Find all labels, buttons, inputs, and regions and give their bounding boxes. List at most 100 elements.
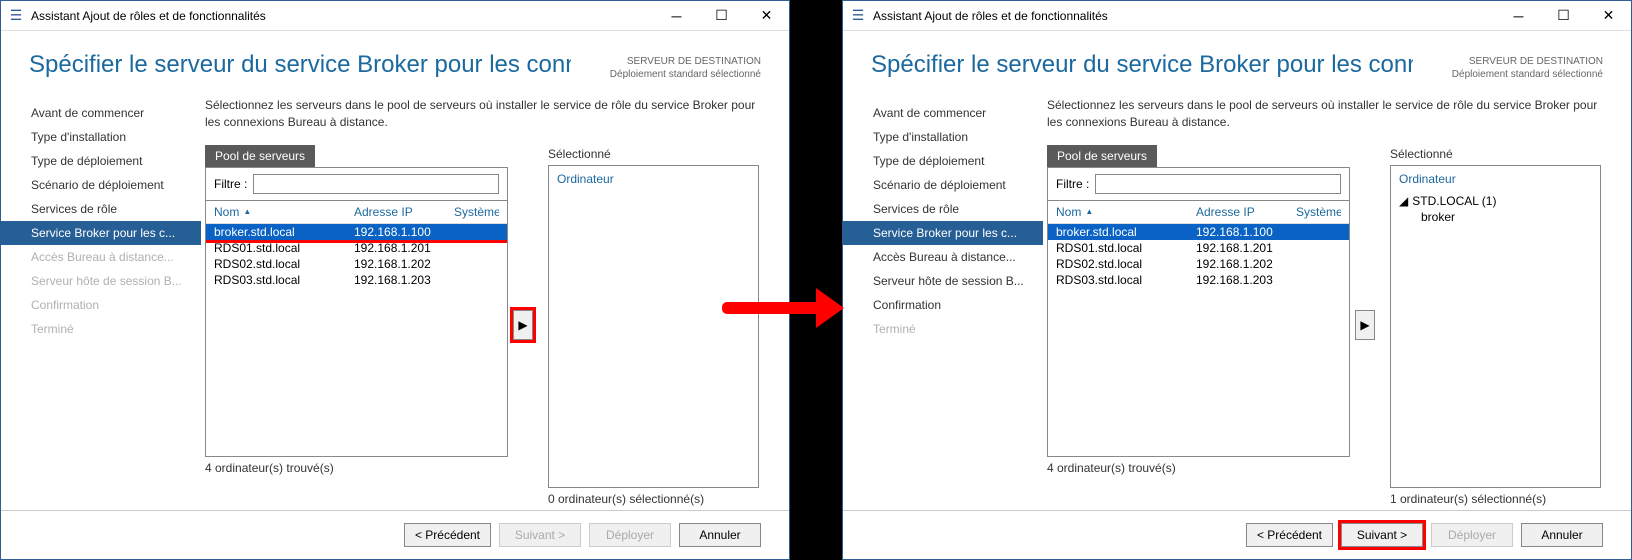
selected-item[interactable]: broker [1399,210,1592,224]
step-deploy-type[interactable]: Type de déploiement [843,149,1043,173]
server-pool-column: Pool de serveurs Filtre : Nom▲ Adresse I… [205,145,508,506]
step-broker[interactable]: Service Broker pour les c... [843,221,1043,245]
step-install-type[interactable]: Type d'installation [843,125,1043,149]
collapse-icon: ◢ [1399,194,1408,208]
filter-label: Filtre : [214,177,247,191]
pool-column-headers: Nom▲ Adresse IP Système d [1048,200,1349,224]
selected-group[interactable]: ◢ STD.LOCAL (1) [1399,194,1592,208]
server-row[interactable]: broker.std.local 192.168.1.100 [1048,224,1349,240]
selected-column: Sélectionné Ordinateur ◢ STD.LOCAL (1) b… [1390,145,1601,506]
step-broker[interactable]: Service Broker pour les c... [1,221,201,245]
app-icon: ☰ [1,7,31,24]
server-row[interactable]: RDS03.std.local 192.168.1.203 [206,272,507,288]
selected-header: Ordinateur [1399,170,1592,194]
deploy-button: Déployer [1431,523,1513,547]
destination-label: SERVEUR DE DESTINATION [1413,55,1603,68]
col-ip[interactable]: Adresse IP [354,205,454,219]
previous-button[interactable]: < Précédent [404,523,491,547]
previous-button[interactable]: < Précédent [1246,523,1333,547]
step-before-begin[interactable]: Avant de commencer [843,101,1043,125]
pool-count: 4 ordinateur(s) trouvé(s) [1047,461,1350,475]
minimize-button[interactable]: ─ [654,1,699,31]
step-role-services[interactable]: Services de rôle [843,197,1043,221]
destination-value: Déploiement standard sélectionné [571,68,761,81]
step-confirmation[interactable]: Confirmation [843,293,1043,317]
step-done: Terminé [1,317,201,341]
selected-label: Sélectionné [1390,147,1601,161]
instructions: Sélectionnez les serveurs dans le pool d… [1047,97,1601,131]
destination-box: SERVEUR DE DESTINATION Déploiement stand… [571,51,761,81]
col-os[interactable]: Système d [1296,205,1341,219]
deploy-button: Déployer [589,523,671,547]
pool-box: Filtre : Nom▲ Adresse IP Système d broke… [1047,167,1350,457]
pool-box: Filtre : Nom▲ Adresse IP Système d broke… [205,167,508,457]
filter-label: Filtre : [1056,177,1089,191]
filter-input[interactable] [1095,174,1341,194]
pool-count: 4 ordinateur(s) trouvé(s) [205,461,508,475]
destination-box: SERVEUR DE DESTINATION Déploiement stand… [1413,51,1603,81]
step-install-type[interactable]: Type d'installation [1,125,201,149]
titlebar: ☰ Assistant Ajout de rôles et de fonctio… [843,1,1631,31]
main-panel: Sélectionnez les serveurs dans le pool d… [201,93,789,510]
sidebar: Avant de commencer Type d'installation T… [843,93,1043,510]
close-button[interactable]: ✕ [744,1,789,31]
pool-tab: Pool de serveurs [205,145,315,167]
server-row[interactable]: RDS02.std.local 192.168.1.202 [206,256,507,272]
chevron-right-icon: ▶ [518,318,527,332]
step-scenario[interactable]: Scénario de déploiement [843,173,1043,197]
step-deploy-type[interactable]: Type de déploiement [1,149,201,173]
titlebar: ☰ Assistant Ajout de rôles et de fonctio… [1,1,789,31]
selected-count: 1 ordinateur(s) sélectionné(s) [1390,492,1601,506]
main-panel: Sélectionnez les serveurs dans le pool d… [1043,93,1631,510]
server-row[interactable]: RDS01.std.local 192.168.1.201 [206,240,507,256]
server-row[interactable]: RDS03.std.local 192.168.1.203 [1048,272,1349,288]
selected-box: Ordinateur [548,165,759,488]
col-ip[interactable]: Adresse IP [1196,205,1296,219]
step-session-host[interactable]: Serveur hôte de session B... [843,269,1043,293]
next-button: Suivant > [499,523,581,547]
footer: < Précédent Suivant > Déployer Annuler [843,510,1631,559]
maximize-button[interactable]: ☐ [1541,1,1586,31]
step-web-access: Accès Bureau à distance... [1,245,201,269]
selected-label: Sélectionné [548,147,759,161]
selected-box: Ordinateur ◢ STD.LOCAL (1) broker [1390,165,1601,488]
server-row[interactable]: RDS01.std.local 192.168.1.201 [1048,240,1349,256]
col-name[interactable]: Nom▲ [214,205,354,219]
step-before-begin[interactable]: Avant de commencer [1,101,201,125]
instructions: Sélectionnez les serveurs dans le pool d… [205,97,759,131]
sort-caret-icon: ▲ [1085,207,1093,216]
wizard-window-before: ☰ Assistant Ajout de rôles et de fonctio… [0,0,790,560]
server-row[interactable]: broker.std.local 192.168.1.100 [206,224,507,240]
col-os[interactable]: Système d [454,205,499,219]
step-done: Terminé [843,317,1043,341]
server-pool-column: Pool de serveurs Filtre : Nom▲ Adresse I… [1047,145,1350,506]
step-scenario[interactable]: Scénario de déploiement [1,173,201,197]
close-button[interactable]: ✕ [1586,1,1631,31]
footer: < Précédent Suivant > Déployer Annuler [1,510,789,559]
next-button[interactable]: Suivant > [1341,523,1423,547]
server-row[interactable]: RDS02.std.local 192.168.1.202 [1048,256,1349,272]
page-heading: Spécifier le serveur du service Broker p… [29,51,571,79]
filter-input[interactable] [253,174,499,194]
destination-label: SERVEUR DE DESTINATION [571,55,761,68]
selected-header: Ordinateur [557,170,750,194]
maximize-button[interactable]: ☐ [699,1,744,31]
add-server-button[interactable]: ▶ [513,310,533,340]
sort-caret-icon: ▲ [243,207,251,216]
cancel-button[interactable]: Annuler [679,523,761,547]
cancel-button[interactable]: Annuler [1521,523,1603,547]
pool-rows: broker.std.local 192.168.1.100 RDS01.std… [1048,224,1349,456]
col-name[interactable]: Nom▲ [1056,205,1196,219]
page-heading: Spécifier le serveur du service Broker p… [871,51,1413,79]
minimize-button[interactable]: ─ [1496,1,1541,31]
add-server-button[interactable]: ▶ [1355,310,1375,340]
destination-value: Déploiement standard sélectionné [1413,68,1603,81]
step-session-host: Serveur hôte de session B... [1,269,201,293]
pool-rows: broker.std.local 192.168.1.100 RDS01.std… [206,224,507,456]
pool-tab: Pool de serveurs [1047,145,1157,167]
step-web-access[interactable]: Accès Bureau à distance... [843,245,1043,269]
pool-column-headers: Nom▲ Adresse IP Système d [206,200,507,224]
step-confirmation: Confirmation [1,293,201,317]
window-title: Assistant Ajout de rôles et de fonctionn… [31,9,654,23]
step-role-services[interactable]: Services de rôle [1,197,201,221]
